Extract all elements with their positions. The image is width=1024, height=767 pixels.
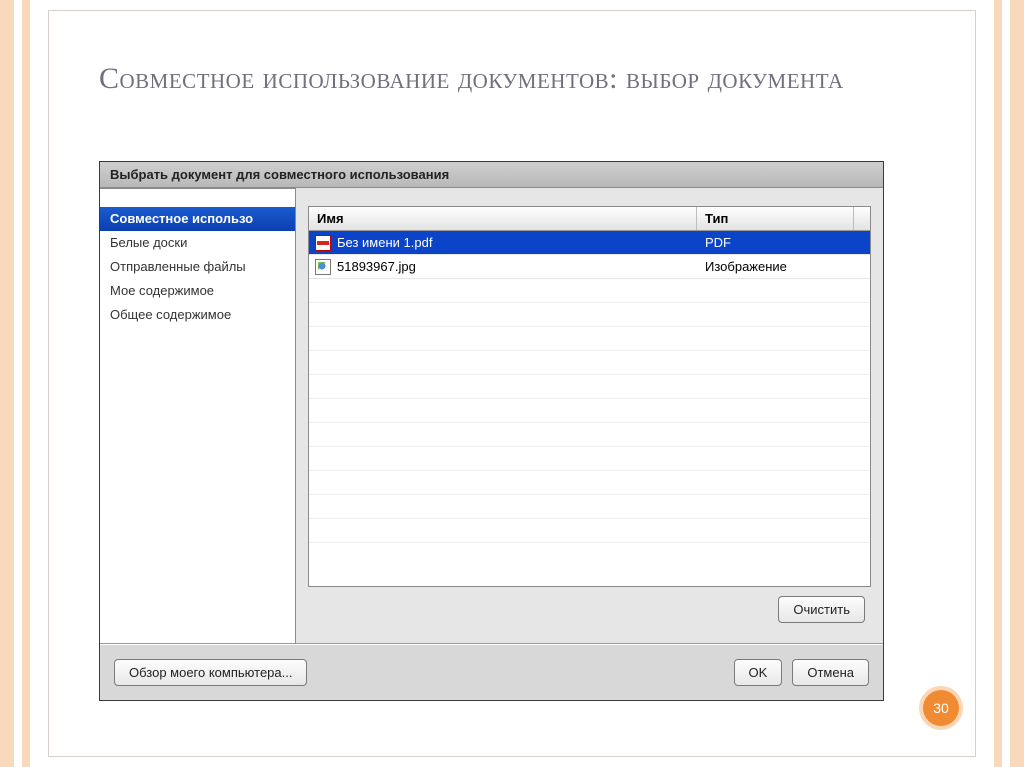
table-header: Имя Тип (309, 207, 870, 231)
table-row-empty (309, 447, 870, 471)
sidebar-item-label: Отправленные файлы (110, 259, 246, 274)
cell-name: 51893967.jpg (309, 259, 697, 275)
clear-button-row: Очистить (308, 587, 871, 631)
dialog-action-buttons: OK Отмена (734, 659, 869, 686)
sidebar-item-label: Мое содержимое (110, 283, 214, 298)
table-row-empty (309, 303, 870, 327)
select-document-dialog: Выбрать документ для совместного использ… (99, 161, 884, 701)
slide-number-badge: 30 (923, 690, 959, 726)
sidebar-item-label: Белые доски (110, 235, 187, 250)
sidebar-item-label: Общее содержимое (110, 307, 231, 322)
table-row-empty (309, 327, 870, 351)
table-row-empty (309, 375, 870, 399)
dialog-title: Выбрать документ для совместного использ… (100, 162, 883, 188)
image-icon (315, 259, 331, 275)
decoration-stripe (0, 0, 14, 767)
table-row-empty (309, 495, 870, 519)
slide-title: Совместное использование документов: выб… (99, 61, 935, 97)
table-row-empty (309, 279, 870, 303)
sidebar-item-my-content[interactable]: Мое содержимое (100, 279, 295, 303)
clear-button[interactable]: Очистить (778, 596, 865, 623)
decoration-stripe (22, 0, 30, 767)
table-row-empty (309, 423, 870, 447)
dialog-footer: Обзор моего компьютера... OK Отмена (100, 644, 883, 700)
ok-button[interactable]: OK (734, 659, 783, 686)
sidebar-item-shared-content[interactable]: Общее содержимое (100, 303, 295, 327)
cell-type: PDF (697, 235, 870, 250)
file-name: 51893967.jpg (337, 259, 416, 274)
cancel-button[interactable]: Отмена (792, 659, 869, 686)
decoration-stripe (14, 0, 22, 767)
sidebar-item-label: Совместное использо (110, 211, 253, 226)
table-row[interactable]: 51893967.jpg Изображение (309, 255, 870, 279)
cell-type: Изображение (697, 259, 870, 274)
slide-frame: Совместное использование документов: выб… (0, 0, 1024, 767)
dialog-body: Совместное использо Белые доски Отправле… (100, 188, 883, 644)
file-table: Имя Тип Без имени 1.pdf PDF (308, 206, 871, 587)
decoration-stripe (1010, 0, 1024, 767)
table-row-empty (309, 519, 870, 543)
table-row-empty (309, 351, 870, 375)
table-row[interactable]: Без имени 1.pdf PDF (309, 231, 870, 255)
pdf-icon (315, 235, 331, 251)
column-header-type[interactable]: Тип (697, 207, 854, 230)
sidebar-item-sent-files[interactable]: Отправленные файлы (100, 255, 295, 279)
column-header-name[interactable]: Имя (309, 207, 697, 230)
browse-computer-button[interactable]: Обзор моего компьютера... (114, 659, 307, 686)
slide-content: Совместное использование документов: выб… (48, 10, 976, 757)
sidebar-item-whiteboards[interactable]: Белые доски (100, 231, 295, 255)
category-sidebar: Совместное использо Белые доски Отправле… (100, 188, 296, 643)
file-panel: Имя Тип Без имени 1.pdf PDF (296, 188, 883, 643)
column-header-spacer (854, 207, 870, 230)
table-row-empty (309, 399, 870, 423)
sidebar-item-shared[interactable]: Совместное использо (100, 207, 295, 231)
table-body: Без имени 1.pdf PDF 51893967.jpg Изображ… (309, 231, 870, 586)
decoration-stripe (994, 0, 1002, 767)
cell-name: Без имени 1.pdf (309, 235, 697, 251)
table-row-empty (309, 471, 870, 495)
decoration-stripe (1002, 0, 1010, 767)
file-name: Без имени 1.pdf (337, 235, 432, 250)
